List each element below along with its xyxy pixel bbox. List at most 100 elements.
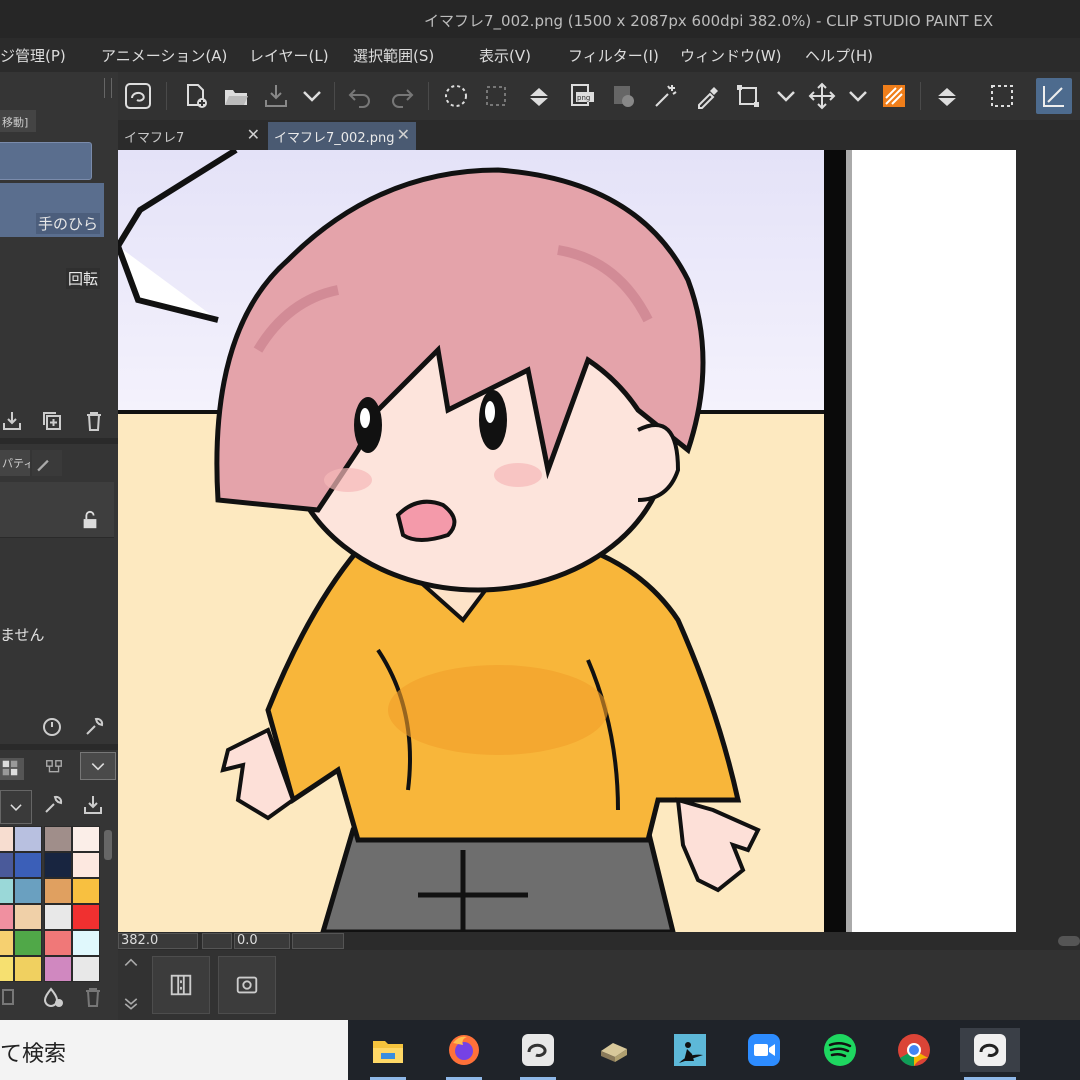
- auto-select-icon[interactable]: [648, 78, 684, 114]
- color-swatch[interactable]: [14, 956, 42, 982]
- chevron-down-icon[interactable]: [294, 78, 330, 114]
- color-swatch[interactable]: [0, 826, 14, 852]
- subtool-hand[interactable]: 手のひら: [0, 183, 104, 237]
- tab-document-2[interactable]: イマフレ7_002.png ✕: [268, 122, 416, 150]
- preview-icon[interactable]: [606, 78, 642, 114]
- trash-icon[interactable]: [82, 409, 106, 433]
- color-swatch[interactable]: [14, 878, 42, 904]
- color-swatch[interactable]: [44, 852, 72, 878]
- open-folder-icon[interactable]: [218, 78, 254, 114]
- import-icon[interactable]: [82, 794, 104, 820]
- panel-grip-icon[interactable]: [104, 78, 112, 98]
- new-file-icon[interactable]: [178, 78, 214, 114]
- dial-icon[interactable]: [40, 715, 64, 739]
- color-swatch[interactable]: [44, 826, 72, 852]
- subtool-tab[interactable]: 移動]: [0, 110, 36, 132]
- color-swatch[interactable]: [0, 904, 14, 930]
- unlock-icon[interactable]: [80, 510, 100, 530]
- add-color-icon[interactable]: [0, 986, 22, 1012]
- color-swatch[interactable]: [0, 930, 14, 956]
- taskbar-search[interactable]: て検索: [0, 1020, 348, 1080]
- panel-menu-button[interactable]: [80, 752, 116, 780]
- color-swatch[interactable]: [72, 826, 100, 852]
- zoom-field[interactable]: 382.0: [118, 933, 198, 949]
- layout-button[interactable]: [152, 956, 210, 1014]
- canvas-area[interactable]: [118, 150, 1080, 932]
- menu-layer[interactable]: レイヤー(L): [249, 45, 329, 66]
- duplicate-icon[interactable]: [40, 409, 64, 433]
- subtool-group[interactable]: [0, 142, 92, 180]
- kindle-icon[interactable]: [668, 1028, 712, 1072]
- transform-icon[interactable]: [730, 78, 766, 114]
- clip-studio-paint-icon[interactable]: [960, 1028, 1020, 1080]
- brush-size-tab[interactable]: [32, 450, 62, 476]
- property-tab[interactable]: パティ: [0, 450, 30, 476]
- trash-icon[interactable]: [82, 986, 104, 1012]
- menu-window[interactable]: ウィンドウ(W): [680, 45, 782, 66]
- file-explorer-icon[interactable]: [366, 1028, 410, 1080]
- wrench-icon[interactable]: [42, 794, 64, 820]
- chevron-down-icon[interactable]: [840, 78, 876, 114]
- app-drive-icon[interactable]: [592, 1028, 636, 1072]
- capture-button[interactable]: [218, 956, 276, 1014]
- wrench-icon[interactable]: [82, 715, 106, 739]
- tab-document-1[interactable]: イマフレ7 ✕: [118, 122, 266, 150]
- color-set-dropdown[interactable]: [0, 790, 32, 824]
- color-swatch[interactable]: [72, 852, 100, 878]
- color-swatch[interactable]: [72, 956, 100, 982]
- rotation-field[interactable]: 0.0: [234, 933, 290, 949]
- chrome-icon[interactable]: [892, 1028, 936, 1072]
- color-swatch[interactable]: [0, 956, 14, 982]
- color-swatch[interactable]: [0, 852, 14, 878]
- redo-icon[interactable]: [384, 78, 420, 114]
- artwork-canvas[interactable]: [118, 150, 1080, 932]
- color-swatch[interactable]: [72, 904, 100, 930]
- rotation-slider[interactable]: [292, 933, 344, 949]
- color-swatch[interactable]: [0, 878, 14, 904]
- zoom-icon[interactable]: [742, 1028, 786, 1072]
- color-swatch[interactable]: [14, 930, 42, 956]
- intermediate-color-tab[interactable]: [44, 758, 68, 780]
- palette-scrollbar[interactable]: [104, 830, 112, 860]
- close-icon[interactable]: ✕: [247, 125, 260, 144]
- color-swatch[interactable]: [14, 904, 42, 930]
- subtool-rotate[interactable]: 回転: [0, 238, 104, 292]
- fill-icon[interactable]: [522, 78, 558, 114]
- drop-add-icon[interactable]: [42, 986, 64, 1012]
- color-swatch[interactable]: [14, 852, 42, 878]
- color-set-tab[interactable]: [0, 758, 24, 780]
- horizontal-scrollbar[interactable]: [1058, 936, 1080, 946]
- spotify-icon[interactable]: [818, 1028, 862, 1072]
- menu-animation[interactable]: アニメーション(A): [101, 45, 227, 66]
- close-icon[interactable]: ✕: [397, 125, 410, 144]
- color-swatch[interactable]: [44, 930, 72, 956]
- color-swatch[interactable]: [72, 878, 100, 904]
- menu-view[interactable]: 表示(V): [479, 45, 531, 66]
- chevron-down-icon[interactable]: [768, 78, 804, 114]
- png-export-icon[interactable]: png: [564, 78, 600, 114]
- selection-icon[interactable]: [984, 78, 1020, 114]
- firefox-icon[interactable]: [442, 1028, 486, 1080]
- clear-icon[interactable]: [438, 78, 474, 114]
- eyedropper-icon[interactable]: [690, 78, 726, 114]
- color-swatch[interactable]: [72, 930, 100, 956]
- color-swatch[interactable]: [44, 904, 72, 930]
- color-swatch[interactable]: [44, 878, 72, 904]
- select-tool-icon[interactable]: [1036, 78, 1072, 114]
- menu-help[interactable]: ヘルプ(H): [805, 45, 873, 66]
- import-icon[interactable]: [0, 409, 24, 433]
- chevron-up-icon[interactable]: [122, 954, 140, 976]
- color-fill-icon[interactable]: [876, 78, 912, 114]
- move-icon[interactable]: [804, 78, 840, 114]
- clip-studio-logo-icon[interactable]: [120, 78, 156, 114]
- zoom-slider[interactable]: [202, 933, 232, 949]
- menu-selection[interactable]: 選択範囲(S): [353, 45, 434, 66]
- color-swatch[interactable]: [14, 826, 42, 852]
- color-swatch[interactable]: [44, 956, 72, 982]
- clear-outside-icon[interactable]: [478, 78, 514, 114]
- paint-bucket-icon[interactable]: [930, 78, 966, 114]
- menu-filter[interactable]: フィルター(I): [568, 45, 659, 66]
- chevron-double-down-icon[interactable]: [122, 994, 140, 1016]
- clip-studio-icon[interactable]: [516, 1028, 560, 1080]
- menu-management[interactable]: ジ管理(P): [0, 45, 66, 66]
